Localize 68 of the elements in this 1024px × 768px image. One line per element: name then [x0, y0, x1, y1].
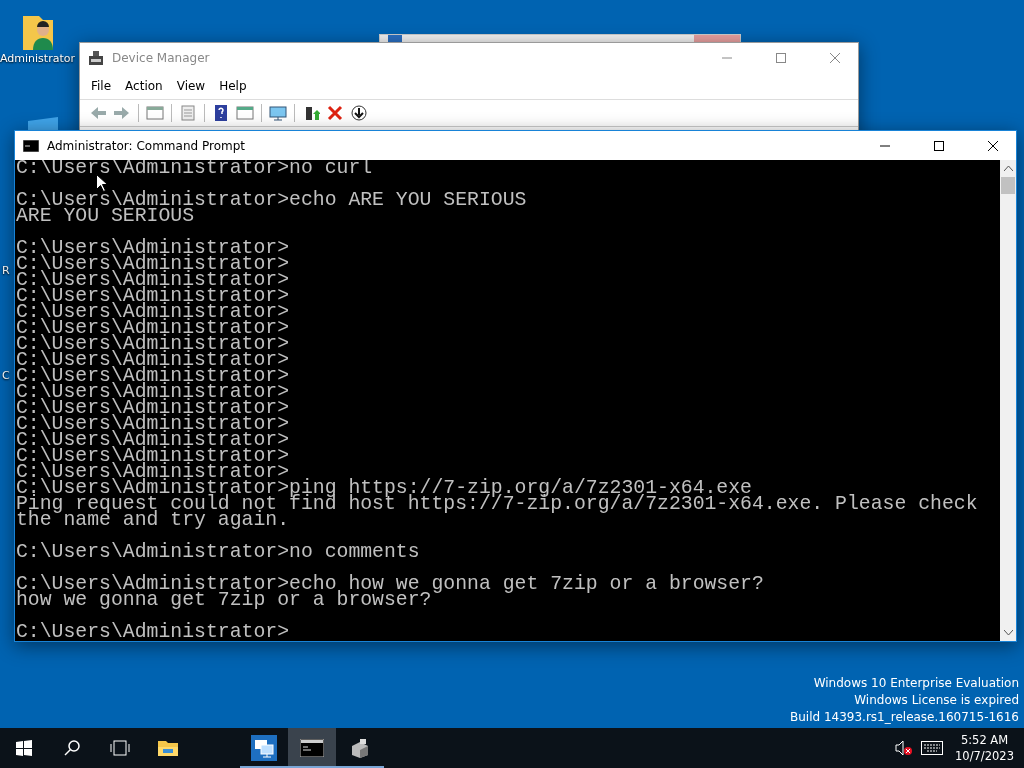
window-icon — [146, 104, 164, 122]
icon-label[interactable]: R — [2, 264, 10, 277]
console-line: C:\Users\Administrator> — [16, 432, 291, 448]
console-line: C:\Users\Administrator> — [16, 400, 291, 416]
menu-item[interactable]: Help — [212, 77, 254, 95]
watermark-text: Windows License is expired — [854, 692, 1019, 709]
console-line: C:\Users\Administrator> — [16, 304, 291, 320]
window-title: Device Manager — [112, 51, 211, 65]
console-line: the name and try again. — [16, 512, 291, 528]
clock[interactable]: 5:52 AM 10/7/2023 — [951, 732, 1018, 764]
console-line: C:\Users\Administrator> — [16, 624, 291, 640]
close-icon — [830, 53, 840, 63]
window-icon — [236, 104, 254, 122]
console-line: C:\Users\Administrator> — [16, 272, 291, 288]
console-line: C:\Users\Administrator> — [16, 464, 290, 480]
console-line: C:\Users\Administrator>echo ARE YOU SERIOUS — [16, 192, 528, 208]
menu-item[interactable]: Action — [118, 77, 170, 95]
clock-date: 10/7/2023 — [955, 748, 1014, 764]
device-manager-icon — [88, 50, 104, 66]
delete-icon — [326, 104, 344, 122]
console-line: C:\Users\Administrator> — [16, 352, 291, 368]
menu-item[interactable]: View — [169, 77, 213, 95]
task-view-icon — [110, 740, 130, 756]
keyboard-icon — [921, 741, 944, 755]
windows-logo-icon — [16, 740, 32, 756]
console-line: how we gonna get 7zip or a browser? — [16, 592, 433, 608]
console-line: C:\Users\Administrator> — [16, 368, 291, 384]
maximize-icon — [934, 140, 944, 151]
console-line: C:\Users\Administrator>ping https://7-zip.org/a/7z2301-x64.exe — [16, 480, 752, 496]
watermark-text: Windows 10 Enterprise Evaluation — [813, 675, 1019, 692]
window-icon — [388, 34, 402, 43]
console-line: C:\Users\Administrator> — [16, 288, 291, 304]
console-line: C:\Users\Administrator> — [16, 416, 291, 432]
console-line: C:\Users\Administrator> — [16, 448, 291, 464]
back-arrow-icon — [89, 104, 107, 122]
console-line: C:\Users\Administrator> — [16, 384, 291, 400]
folder-icon — [157, 739, 179, 757]
forward-arrow-icon — [113, 104, 131, 122]
mouse-cursor-icon — [96, 174, 107, 192]
computer-icon — [349, 738, 371, 758]
console-icon — [23, 139, 39, 152]
scroll-thumb[interactable] — [1001, 177, 1015, 194]
console-line: C:\Users\Administrator>no comments — [16, 544, 421, 560]
download-icon — [350, 104, 368, 122]
console-line: ARE YOU SERIOUS — [16, 208, 196, 224]
scroll-up-icon — [1003, 165, 1013, 171]
console-line: C:\Users\Administrator> — [16, 240, 291, 256]
icon-label[interactable]: C — [2, 369, 10, 382]
icon-label[interactable]: Administrator — [0, 52, 75, 65]
watermark-text: Build 14393.rs1_release.160715-1616 — [790, 709, 1019, 726]
console-line: C:\Users\Administrator> — [16, 336, 291, 352]
taskbar-app[interactable] — [288, 728, 336, 768]
maximize-icon — [776, 53, 786, 63]
scroll-down-icon — [1003, 630, 1013, 636]
menu-item[interactable]: File — [84, 77, 119, 95]
search-icon — [64, 740, 80, 756]
console-line: C:\Users\Administrator> — [16, 320, 291, 336]
toolbar-button[interactable] — [349, 103, 369, 123]
network-icon — [251, 735, 277, 761]
console-line: C:\Users\Administrator> — [16, 256, 291, 272]
muted-speaker-icon — [895, 740, 914, 756]
document-icon — [179, 104, 197, 122]
console-icon — [300, 739, 324, 757]
help-icon — [212, 104, 230, 122]
close-icon — [988, 140, 998, 151]
clock-time: 5:52 AM — [960, 732, 1009, 748]
scrollbar[interactable] — [1000, 160, 1016, 641]
window-title: Administrator: Command Prompt — [47, 138, 246, 153]
